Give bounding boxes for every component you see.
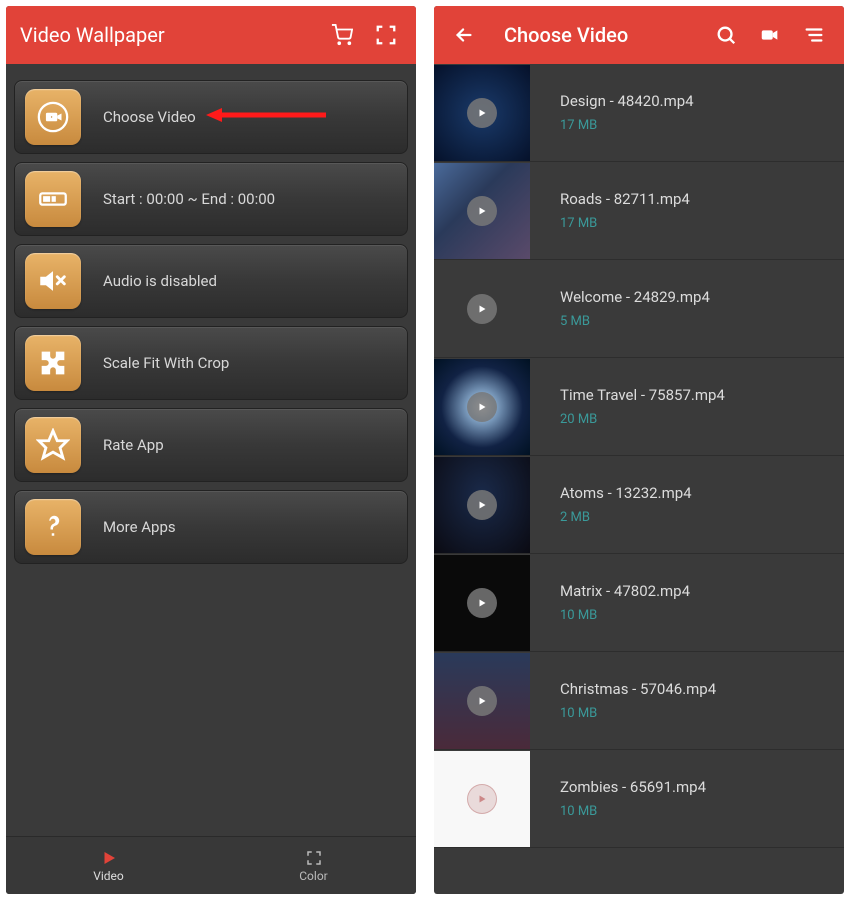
video-item[interactable]: Atoms - 13232.mp4 2 MB (434, 456, 844, 554)
video-name: Design - 48420.mp4 (560, 92, 694, 110)
video-info: Matrix - 47802.mp4 10 MB (560, 582, 690, 623)
question-icon (25, 499, 81, 555)
star-icon (25, 417, 81, 473)
video-name: Atoms - 13232.mp4 (560, 484, 692, 502)
menu-label: Start : 00:00 ~ End : 00:00 (103, 190, 275, 208)
video-size: 10 MB (560, 608, 690, 623)
video-size: 17 MB (560, 216, 690, 231)
play-icon (467, 490, 497, 520)
screen-choose-video: Choose Video Design - 48420.mp417 MBRoad… (434, 6, 844, 894)
video-thumbnail[interactable] (434, 653, 530, 749)
video-info: Time Travel - 75857.mp4 20 MB (560, 386, 725, 427)
menu-label: Choose Video (103, 108, 196, 126)
video-list[interactable]: Design - 48420.mp417 MBRoads - 82711.mp4… (434, 64, 844, 894)
video-info: Christmas - 57046.mp4 10 MB (560, 680, 716, 721)
tab-color[interactable]: Color (211, 837, 416, 894)
video-size: 2 MB (560, 510, 692, 525)
video-name: Christmas - 57046.mp4 (560, 680, 716, 698)
video-info: Roads - 82711.mp4 17 MB (560, 190, 690, 231)
video-thumbnail[interactable] (434, 359, 530, 455)
video-item[interactable]: Design - 48420.mp4 17 MB (434, 64, 844, 162)
menu-more-apps[interactable]: More Apps (14, 490, 408, 564)
tab-label: Color (299, 869, 327, 883)
expand-icon (305, 849, 323, 867)
video-thumbnail[interactable] (434, 261, 530, 357)
menu-label: More Apps (103, 518, 176, 536)
video-size: 5 MB (560, 314, 710, 329)
menu-label: Audio is disabled (103, 272, 217, 290)
menu-trim[interactable]: Start : 00:00 ~ End : 00:00 (14, 162, 408, 236)
video-name: Roads - 82711.mp4 (560, 190, 690, 208)
play-icon (467, 392, 497, 422)
timeline-icon (25, 171, 81, 227)
video-item[interactable]: Time Travel - 75857.mp4 20 MB (434, 358, 844, 456)
video-name: Welcome - 24829.mp4 (560, 288, 710, 306)
play-icon (467, 686, 497, 716)
cart-icon[interactable] (326, 19, 358, 51)
mute-icon (25, 253, 81, 309)
video-item[interactable]: Christmas - 57046.mp4 10 MB (434, 652, 844, 750)
play-icon (467, 784, 497, 814)
sort-icon[interactable] (798, 19, 830, 51)
video-name: Time Travel - 75857.mp4 (560, 386, 725, 404)
video-item[interactable]: Zombies - 65691.mp4 10 MB (434, 750, 844, 848)
menu-audio[interactable]: Audio is disabled (14, 244, 408, 318)
camera-action-icon[interactable] (754, 19, 786, 51)
menu-label: Scale Fit With Crop (103, 354, 229, 372)
tab-video[interactable]: Video (6, 837, 211, 894)
video-thumbnail[interactable] (434, 163, 530, 259)
video-size: 10 MB (560, 804, 706, 819)
menu-scale[interactable]: Scale Fit With Crop (14, 326, 408, 400)
play-icon (467, 294, 497, 324)
camera-icon (25, 89, 81, 145)
header-main: Video Wallpaper (6, 6, 416, 64)
video-info: Welcome - 24829.mp4 5 MB (560, 288, 710, 329)
tab-label: Video (93, 869, 124, 883)
video-size: 10 MB (560, 706, 716, 721)
menu-rate[interactable]: Rate App (14, 408, 408, 482)
video-thumbnail[interactable] (434, 751, 530, 847)
back-icon[interactable] (448, 19, 480, 51)
header-choose: Choose Video (434, 6, 844, 64)
bottom-tabs: Video Color (6, 836, 416, 894)
play-icon (467, 98, 497, 128)
video-thumbnail[interactable] (434, 65, 530, 161)
play-icon (467, 196, 497, 226)
video-name: Matrix - 47802.mp4 (560, 582, 690, 600)
fullscreen-icon[interactable] (370, 19, 402, 51)
video-info: Design - 48420.mp4 17 MB (560, 92, 694, 133)
video-name: Zombies - 65691.mp4 (560, 778, 706, 796)
menu-label: Rate App (103, 436, 164, 454)
search-icon[interactable] (710, 19, 742, 51)
main-menu: Choose Video Start : 00:00 ~ End : 00:00… (6, 64, 416, 836)
play-icon (467, 588, 497, 618)
video-thumbnail[interactable] (434, 457, 530, 553)
page-title: Choose Video (504, 23, 698, 47)
puzzle-icon (25, 335, 81, 391)
menu-choose-video[interactable]: Choose Video (14, 80, 408, 154)
screen-main: Video Wallpaper Choose Video Start : 00:… (6, 6, 416, 894)
app-title: Video Wallpaper (20, 23, 314, 47)
video-item[interactable]: Roads - 82711.mp4 17 MB (434, 162, 844, 260)
video-size: 20 MB (560, 412, 725, 427)
video-item[interactable]: Welcome - 24829.mp4 5 MB (434, 260, 844, 358)
play-icon (100, 849, 118, 867)
video-thumbnail[interactable] (434, 555, 530, 651)
video-info: Atoms - 13232.mp4 2 MB (560, 484, 692, 525)
video-size: 17 MB (560, 118, 694, 133)
video-item[interactable]: Matrix - 47802.mp4 10 MB (434, 554, 844, 652)
video-info: Zombies - 65691.mp4 10 MB (560, 778, 706, 819)
